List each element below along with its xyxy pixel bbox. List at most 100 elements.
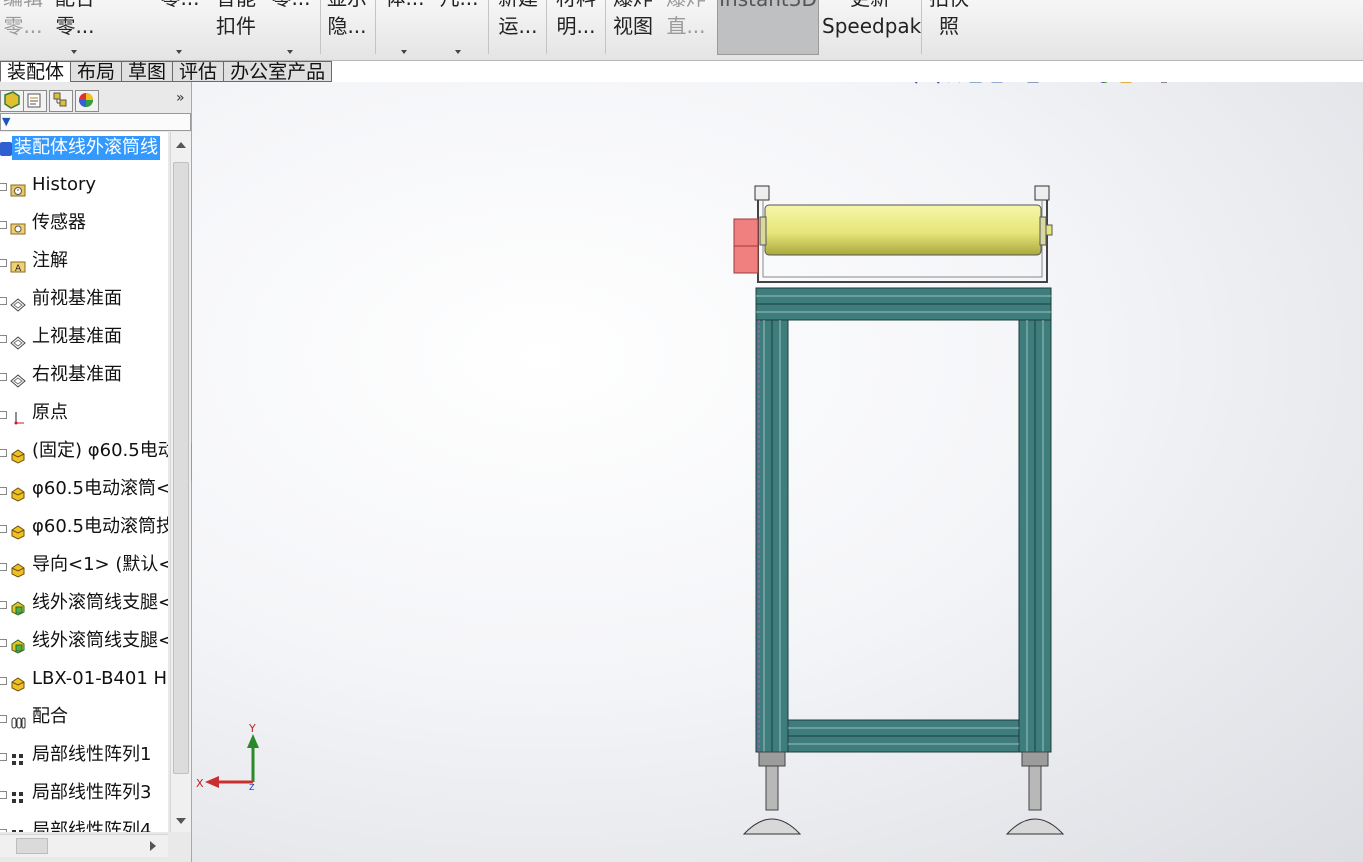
more-tabs-button[interactable]: »	[176, 90, 185, 106]
tree-item[interactable]: 局部线性阵列4	[0, 816, 168, 832]
tab-sketch[interactable]: 草图	[121, 61, 174, 82]
tree-item[interactable]: 右视基准面	[0, 360, 168, 390]
tree-item-label: 配合	[32, 706, 68, 727]
mates-icon	[10, 710, 26, 729]
edit-component-button[interactable]: 编辑 零...	[0, 0, 46, 60]
chevron-down-icon[interactable]	[176, 50, 182, 54]
graphics-area[interactable]: Y X Z	[192, 82, 1363, 862]
expand-toggle[interactable]	[0, 411, 7, 419]
apply-scene-icon[interactable]	[1120, 82, 1132, 83]
expand-toggle[interactable]	[0, 525, 7, 533]
display-manager-tab[interactable]	[75, 90, 99, 112]
expand-toggle[interactable]	[0, 601, 7, 609]
zoom-to-area-icon[interactable]	[927, 82, 940, 84]
insert-component-button[interactable]: 配合 零...	[50, 0, 100, 60]
tab-office-products[interactable]: 办公室产品	[223, 61, 333, 82]
bill-of-materials-button[interactable]: 材料 明...	[552, 0, 600, 60]
tree-item[interactable]: 配合	[0, 702, 168, 732]
tree-item-label: (固定) φ60.5电动	[32, 440, 168, 461]
expand-toggle[interactable]	[0, 297, 7, 305]
tree-item[interactable]: LBX-01-B401 H	[0, 664, 168, 694]
tree-vertical-scrollbar[interactable]	[170, 132, 191, 832]
scroll-thumb[interactable]	[16, 838, 48, 854]
expand-toggle[interactable]	[0, 221, 7, 229]
exploded-view-button[interactable]: 爆炸 视图	[609, 0, 657, 60]
ribbon-separator	[605, 0, 606, 54]
expand-toggle[interactable]	[0, 563, 7, 571]
origin-icon	[10, 406, 26, 425]
feature-manager-panel: » ▼ 装配体线外滚筒线 History 传感器 A 注解前视基准面上视基准面右视基准…	[0, 82, 192, 862]
tree-item[interactable]: 局部线性阵列1	[0, 740, 168, 770]
tree-item[interactable]: History	[0, 170, 168, 200]
tree-item[interactable]: 上视基准面	[0, 322, 168, 352]
expand-toggle[interactable]	[0, 639, 7, 647]
scroll-down-arrow-icon[interactable]	[176, 818, 186, 824]
expand-toggle[interactable]	[0, 373, 7, 381]
chevron-down-icon[interactable]	[455, 50, 461, 54]
expand-toggle[interactable]	[0, 791, 7, 799]
chevron-down-icon[interactable]	[287, 50, 293, 54]
take-snapshot-button[interactable]: 拍快 照	[925, 0, 973, 60]
reference-geometry-button[interactable]: 几...	[436, 0, 482, 60]
chevron-down-icon[interactable]	[401, 50, 407, 54]
zoom-to-fit-icon[interactable]	[905, 82, 918, 84]
tree-horizontal-scrollbar[interactable]	[0, 834, 168, 857]
part-icon	[10, 520, 26, 540]
expand-toggle[interactable]	[0, 715, 7, 723]
expand-toggle[interactable]	[0, 335, 7, 343]
tree-item[interactable]: φ60.5电动滚筒<	[0, 474, 168, 504]
tree-item[interactable]: 局部线性阵列3	[0, 778, 168, 808]
part-icon	[10, 558, 26, 578]
move-component-button[interactable]: 零...	[266, 0, 316, 60]
expand-toggle[interactable]	[0, 677, 7, 685]
explode-line-sketch-button[interactable]: 爆炸 直...	[662, 0, 710, 60]
model-view: Y X Z	[196, 82, 1170, 835]
chevron-down-icon[interactable]	[71, 50, 77, 54]
feature-manager-tab[interactable]	[0, 90, 24, 112]
expand-toggle[interactable]	[0, 487, 7, 495]
command-manager-tabs: 装配体 布局 草图 评估 办公室产品	[0, 61, 333, 82]
tree-item[interactable]: 导向<1> (默认<	[0, 550, 168, 580]
view-settings-icon[interactable]	[1158, 82, 1170, 83]
ribbon-separator	[921, 0, 922, 54]
configuration-manager-tab[interactable]	[49, 90, 73, 112]
scroll-thumb[interactable]	[173, 162, 189, 774]
expand-toggle[interactable]	[0, 753, 7, 761]
tree-item[interactable]: 线外滚筒线支腿<	[0, 626, 168, 656]
tree-filter-field[interactable]: ▼	[0, 113, 191, 131]
scroll-up-arrow-icon[interactable]	[176, 142, 186, 148]
tree-item[interactable]: 线外滚筒线支腿<	[0, 588, 168, 618]
tree-item-label: 右视基准面	[32, 364, 122, 385]
tree-item[interactable]: (固定) φ60.5电动	[0, 436, 168, 466]
tree-root-assembly[interactable]: 装配体线外滚筒线	[0, 136, 168, 160]
update-speedpak-button[interactable]: 更新 Speedpak	[822, 0, 921, 60]
property-manager-tab[interactable]	[23, 90, 47, 112]
tree-item[interactable]: 前视基准面	[0, 284, 168, 314]
instant3d-button[interactable]: Instant3D	[717, 0, 819, 55]
component-dropdown-button[interactable]: 零...	[155, 0, 205, 60]
tree-item[interactable]: 传感器	[0, 208, 168, 238]
assembly-features-button[interactable]: 体...	[382, 0, 428, 60]
tree-item[interactable]: φ60.5电动滚筒技	[0, 512, 168, 542]
plane-icon	[10, 292, 26, 312]
tree-item[interactable]: 原点	[0, 398, 168, 428]
expand-toggle[interactable]	[0, 449, 7, 457]
expand-toggle[interactable]	[0, 829, 7, 832]
part-icon	[10, 444, 26, 464]
ribbon-separator	[375, 0, 376, 54]
smart-fasteners-button[interactable]: 智能 扣件	[210, 0, 262, 60]
show-hidden-components-button[interactable]: 显示 隐...	[324, 0, 370, 60]
scroll-right-arrow-icon[interactable]	[150, 841, 156, 851]
expand-toggle[interactable]	[0, 259, 7, 267]
expand-toggle[interactable]	[0, 183, 7, 191]
conveyor-model[interactable]	[733, 185, 1065, 835]
new-motion-study-button[interactable]: 新建 运...	[494, 0, 542, 60]
edit-appearance-icon[interactable]	[1097, 82, 1111, 83]
ribbon-separator	[546, 0, 547, 54]
reference-triad: Y X Z	[196, 722, 259, 792]
tab-layout[interactable]: 布局	[70, 61, 123, 82]
tree-item[interactable]: A 注解	[0, 246, 168, 276]
tab-evaluate[interactable]: 评估	[172, 61, 225, 82]
tree-item-label: 导向<1> (默认<	[32, 554, 168, 575]
tab-assembly[interactable]: 装配体	[0, 61, 72, 82]
